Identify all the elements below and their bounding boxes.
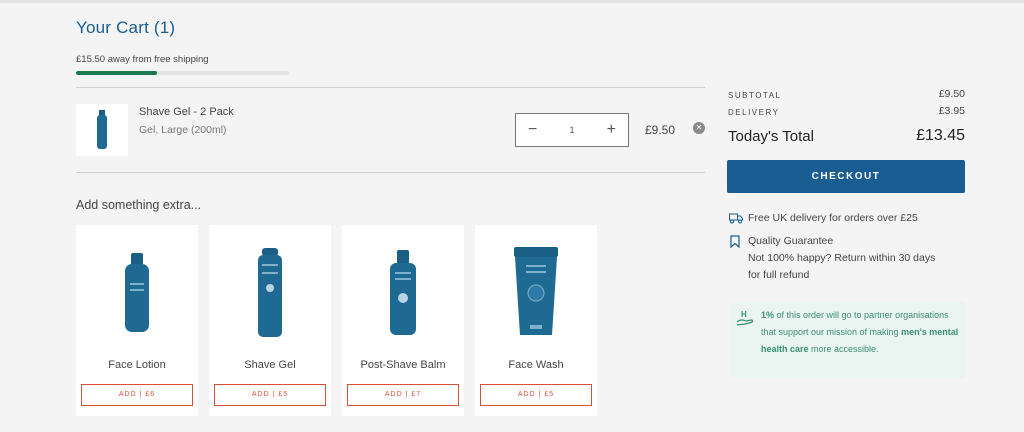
product-name: Shave Gel <box>244 359 296 371</box>
product-thumbnail[interactable] <box>76 104 128 156</box>
line-item-price: £9.50 <box>645 123 676 137</box>
face-wash-tube-icon <box>514 246 558 335</box>
delivery-truck-icon <box>729 211 743 229</box>
delivery-benefit: Free UK delivery for orders over £25 <box>748 212 918 224</box>
bottle-icon <box>97 110 107 149</box>
delivery-label: DELIVERY <box>728 108 780 117</box>
plus-icon[interactable]: + <box>607 122 616 138</box>
product-name: Face Lotion <box>108 359 166 371</box>
shipping-progress-fill <box>76 71 157 75</box>
lotion-bottle-icon <box>125 252 149 332</box>
subtotal-value: £9.50 <box>938 88 965 100</box>
cart-title: Your Cart (1) <box>76 18 176 37</box>
product-image <box>342 235 464 350</box>
remove-item-icon[interactable]: ✕ <box>693 122 705 134</box>
extras-heading: Add something extra... <box>76 198 202 212</box>
line-item-name[interactable]: Shave Gel - 2 Pack <box>139 106 234 118</box>
product-image <box>475 235 597 350</box>
product-image <box>76 235 198 350</box>
top-divider <box>0 0 1024 3</box>
product-name: Face Wash <box>508 359 564 371</box>
charity-hand-icon: H <box>735 308 755 333</box>
shave-gel-can-icon <box>258 247 282 337</box>
divider <box>76 87 705 88</box>
bookmark-icon <box>729 235 741 253</box>
add-button[interactable]: ADD | £7 <box>347 384 459 406</box>
add-button[interactable]: ADD | £6 <box>81 384 193 406</box>
minus-icon[interactable]: − <box>528 122 537 138</box>
charity-text-b: more accessible. <box>808 344 879 354</box>
svg-text:H: H <box>741 310 747 319</box>
balm-bottle-icon <box>390 249 416 335</box>
free-shipping-message: £15.50 away from free shipping <box>76 54 209 65</box>
product-card-shave-gel[interactable]: Shave Gel ADD | £5 <box>209 225 331 416</box>
divider <box>76 172 705 173</box>
total-value: £13.45 <box>916 127 965 144</box>
product-name: Post-Shave Balm <box>360 359 446 371</box>
product-image <box>209 235 331 350</box>
delivery-value: £3.95 <box>938 105 965 117</box>
quantity-value[interactable]: 1 <box>569 125 574 135</box>
charity-text: 1% of this order will go to partner orga… <box>761 307 961 358</box>
quality-line-2: for full refund <box>748 269 810 281</box>
product-card-face-lotion[interactable]: Face Lotion ADD | £6 <box>76 225 198 416</box>
charity-panel: H 1% of this order will go to partner or… <box>729 302 965 378</box>
line-item-variant: Gel, Large (200ml) <box>139 124 227 136</box>
product-card-post-shave-balm[interactable]: Post-Shave Balm ADD | £7 <box>342 225 464 416</box>
quality-line-1: Not 100% happy? Return within 30 days <box>748 252 936 264</box>
add-button[interactable]: ADD | £5 <box>480 384 592 406</box>
quantity-stepper[interactable]: − 1 + <box>515 113 629 147</box>
product-card-face-wash[interactable]: Face Wash ADD | £5 <box>475 225 597 416</box>
subtotal-label: SUBTOTAL <box>728 91 782 100</box>
total-label: Today's Total <box>728 128 814 145</box>
checkout-button[interactable]: CHECKOUT <box>727 160 965 193</box>
quality-title: Quality Guarantee <box>748 235 834 247</box>
shipping-progress-bar <box>76 71 289 75</box>
charity-percent: 1% <box>761 310 775 320</box>
add-button[interactable]: ADD | £5 <box>214 384 326 406</box>
